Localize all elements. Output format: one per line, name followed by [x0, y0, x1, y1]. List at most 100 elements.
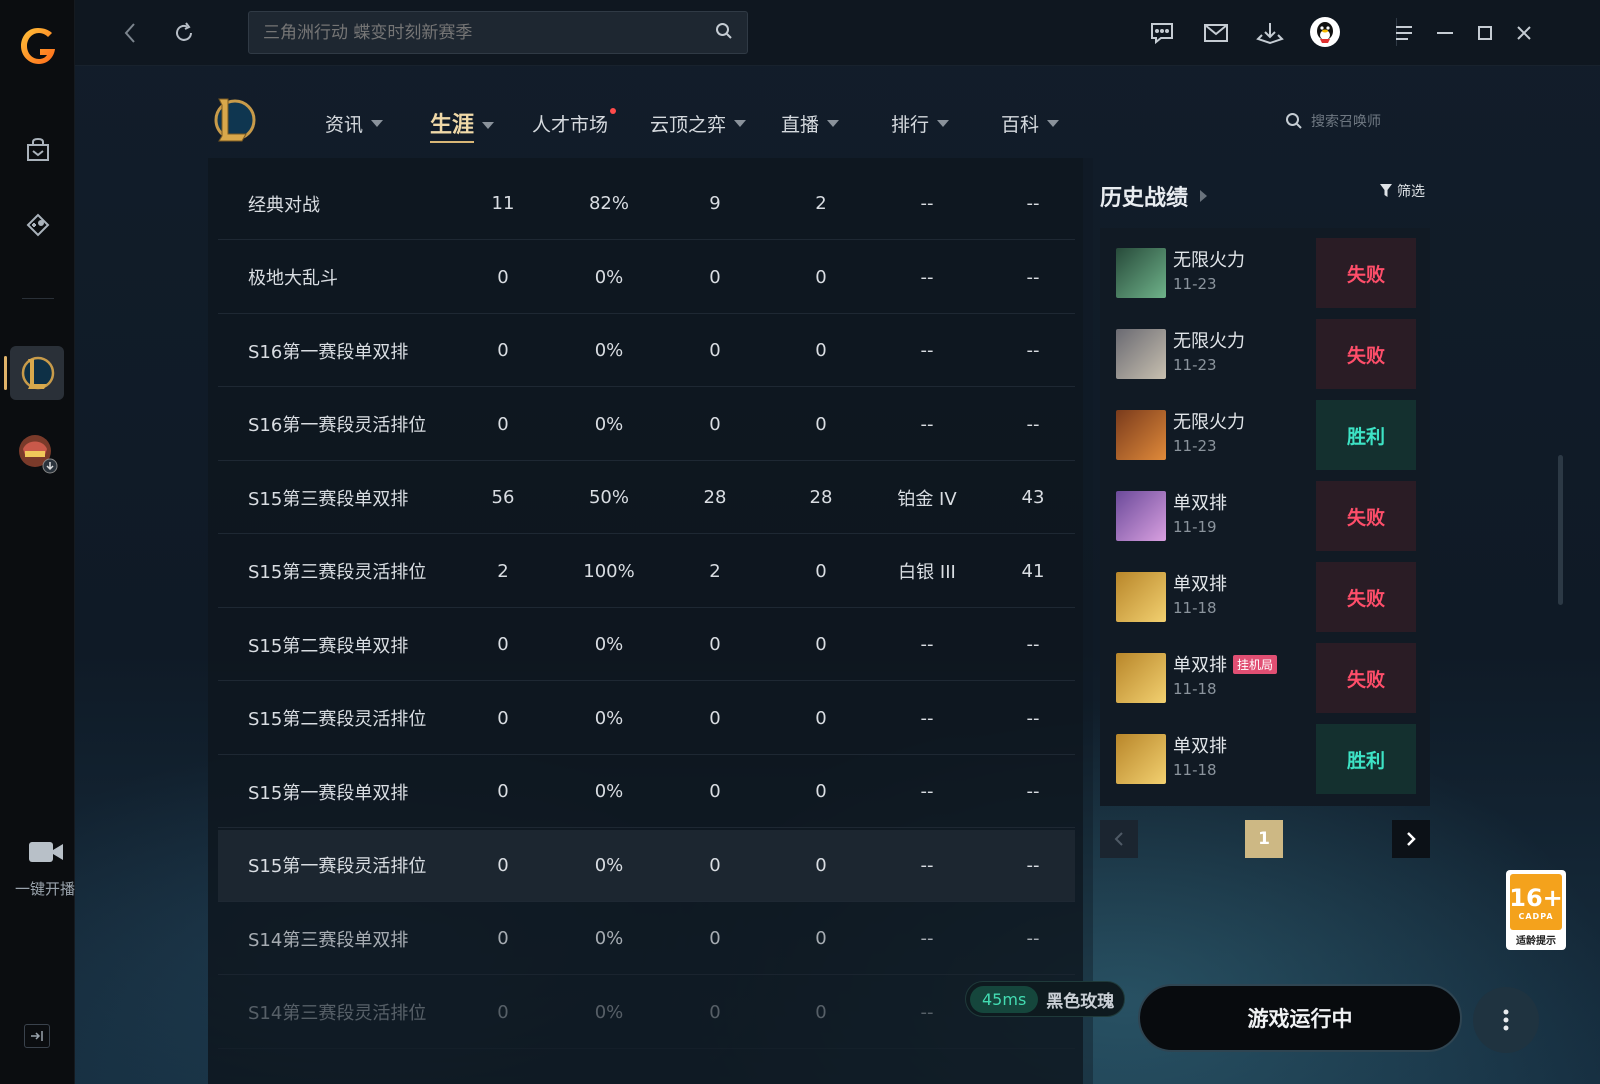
tab-ranking[interactable]: 排行: [891, 110, 950, 137]
page-scrollbar[interactable]: [1558, 455, 1563, 605]
tab-wiki[interactable]: 百科: [1001, 110, 1060, 137]
other-game-icon[interactable]: [14, 430, 60, 476]
queue-name: S15第一赛段单双排: [248, 782, 409, 804]
notification-dot: [610, 108, 617, 114]
champion-avatar: [1116, 572, 1166, 622]
cell-winrate: 0%: [594, 781, 624, 802]
queue-name: S16第一赛段灵活排位: [248, 415, 427, 436]
cell-losses: 0: [815, 928, 827, 949]
one-click-live-button[interactable]: 一键开播: [12, 838, 78, 899]
table-row[interactable]: S15第二赛段灵活排位 0 0% 0 0 -- --: [218, 683, 1075, 755]
champion-avatar: [1116, 653, 1166, 703]
tab-live-label: 直播: [781, 114, 820, 136]
wegame-logo-icon[interactable]: [18, 24, 58, 68]
more-vertical-icon: [1503, 1009, 1509, 1031]
expand-sidebar-icon[interactable]: [24, 1024, 50, 1048]
lol-logo-icon[interactable]: [209, 93, 257, 147]
match-mode-label: 单双排: [1173, 736, 1227, 757]
cell-losses: 0: [815, 707, 827, 729]
maximize-icon[interactable]: [1470, 18, 1500, 48]
match-date: 11-23: [1173, 275, 1217, 293]
table-row[interactable]: S15第二赛段单双排 0 0% 0 0 -- --: [218, 609, 1075, 681]
table-row[interactable]: S15第一赛段单双排 0 0% 0 0 -- --: [218, 756, 1075, 828]
mail-icon[interactable]: [1201, 18, 1231, 48]
search-input[interactable]: [263, 22, 715, 43]
chevron-right-icon: [1407, 832, 1416, 846]
cell-winrate: 100%: [583, 560, 635, 582]
cell-points: --: [1026, 781, 1040, 802]
match-date: 11-18: [1173, 599, 1217, 617]
tab-talent-market-label: 人才市场: [532, 114, 609, 136]
age-org: CADPA: [1518, 911, 1554, 921]
avatar[interactable]: [1309, 16, 1341, 48]
table-row[interactable]: S16第一赛段单双排 0 0% 0 0 -- --: [218, 315, 1075, 387]
history-header[interactable]: 历史战绩: [1100, 180, 1208, 212]
chat-icon[interactable]: [1147, 18, 1177, 48]
summoner-search-placeholder[interactable]: 搜索召唤师: [1311, 111, 1381, 131]
match-date: 11-23: [1173, 356, 1217, 374]
tab-tft[interactable]: 云顶之弈: [650, 110, 747, 137]
prev-page-button[interactable]: [1100, 820, 1138, 858]
match-date: 11-18: [1173, 680, 1217, 698]
match-item[interactable]: 单双排 挂机局 11-18 失败: [1116, 643, 1416, 713]
tab-live[interactable]: 直播: [781, 110, 840, 137]
age-label: 适龄提示: [1516, 936, 1556, 947]
table-row[interactable]: 经典对战 11 82% 9 2 -- --: [218, 168, 1075, 240]
back-icon[interactable]: [115, 18, 145, 48]
table-row[interactable]: S15第三赛段灵活排位 2 100% 2 0 白银 III 41: [218, 536, 1075, 608]
cell-games: 0: [497, 928, 509, 949]
summoner-search[interactable]: 搜索召唤师: [1285, 106, 1435, 136]
search-bar[interactable]: [248, 11, 748, 54]
tab-ranking-label: 排行: [891, 114, 930, 136]
tab-news[interactable]: 资讯: [325, 110, 384, 137]
close-icon[interactable]: [1509, 18, 1539, 48]
tab-talent-market[interactable]: 人才市场: [532, 108, 617, 137]
tab-career[interactable]: 生涯: [430, 107, 495, 143]
cell-winrate: 50%: [588, 487, 629, 508]
match-item[interactable]: 单双排 11-18 失败: [1116, 562, 1416, 632]
match-item[interactable]: 无限火力 11-23 胜利: [1116, 400, 1416, 470]
table-row[interactable]: S15第三赛段单双排 56 50% 28 28 铂金 IV 43: [218, 462, 1075, 534]
cell-rank: --: [920, 340, 934, 361]
game-library-icon[interactable]: [18, 205, 58, 245]
store-icon[interactable]: [18, 130, 58, 170]
match-item[interactable]: 无限火力 11-23 失败: [1116, 238, 1416, 308]
next-page-button[interactable]: [1392, 820, 1430, 858]
chevron-down-icon: [937, 120, 950, 127]
table-row[interactable]: S16第一赛段灵活排位 0 0% 0 0 -- --: [218, 389, 1075, 461]
queue-name: S16第一赛段单双排: [248, 341, 409, 363]
cell-winrate: 0%: [594, 266, 624, 288]
cell-wins: 28: [703, 487, 727, 508]
download-icon[interactable]: [1255, 18, 1285, 48]
match-mode-label: 单双排: [1173, 655, 1227, 676]
page-number-button[interactable]: 1: [1245, 820, 1283, 858]
refresh-icon[interactable]: [169, 18, 199, 48]
chevron-down-icon: [482, 121, 495, 129]
table-row[interactable]: S15第一赛段灵活排位 0 0% 0 0 -- --: [218, 829, 1075, 902]
lol-game-icon[interactable]: [10, 346, 64, 400]
cell-games: 0: [497, 707, 509, 729]
minimize-icon[interactable]: [1430, 18, 1460, 48]
match-item[interactable]: 无限火力 11-23 失败: [1116, 319, 1416, 389]
table-row[interactable]: S14第三赛段单双排 0 0% 0 0 -- --: [218, 903, 1075, 975]
table-row[interactable]: 极地大乱斗 0 0% 0 0 -- --: [218, 242, 1075, 314]
match-item[interactable]: 单双排 11-18 胜利: [1116, 724, 1416, 794]
match-mode: 单双排: [1173, 732, 1227, 758]
table-row[interactable]: S14第三赛段灵活排位00%00----: [218, 977, 1075, 1049]
filter-button[interactable]: 筛选: [1380, 181, 1425, 201]
more-options-button[interactable]: [1473, 987, 1539, 1053]
cell-rank: 铂金 IV: [897, 488, 957, 510]
cell-winrate: 82%: [588, 193, 629, 214]
main-area: 资讯 生涯 人才市场 云顶之弈 直播 排行 百科 搜索召唤师: [75, 0, 1600, 1084]
match-item[interactable]: 单双排 11-19 失败: [1116, 481, 1416, 551]
game-running-button[interactable]: 游戏运行中: [1138, 984, 1462, 1052]
cell-winrate: 0%: [594, 854, 624, 876]
left-rail: 一键开播: [0, 0, 75, 1084]
match-mode: 单双排: [1173, 489, 1227, 515]
server-status[interactable]: 45ms 黑色玫瑰: [965, 981, 1125, 1017]
search-icon: [1286, 113, 1302, 129]
match-mode-label: 单双排: [1173, 493, 1227, 514]
search-icon[interactable]: [715, 22, 733, 44]
menu-icon[interactable]: [1389, 18, 1419, 48]
cell-winrate: 0%: [594, 413, 624, 435]
